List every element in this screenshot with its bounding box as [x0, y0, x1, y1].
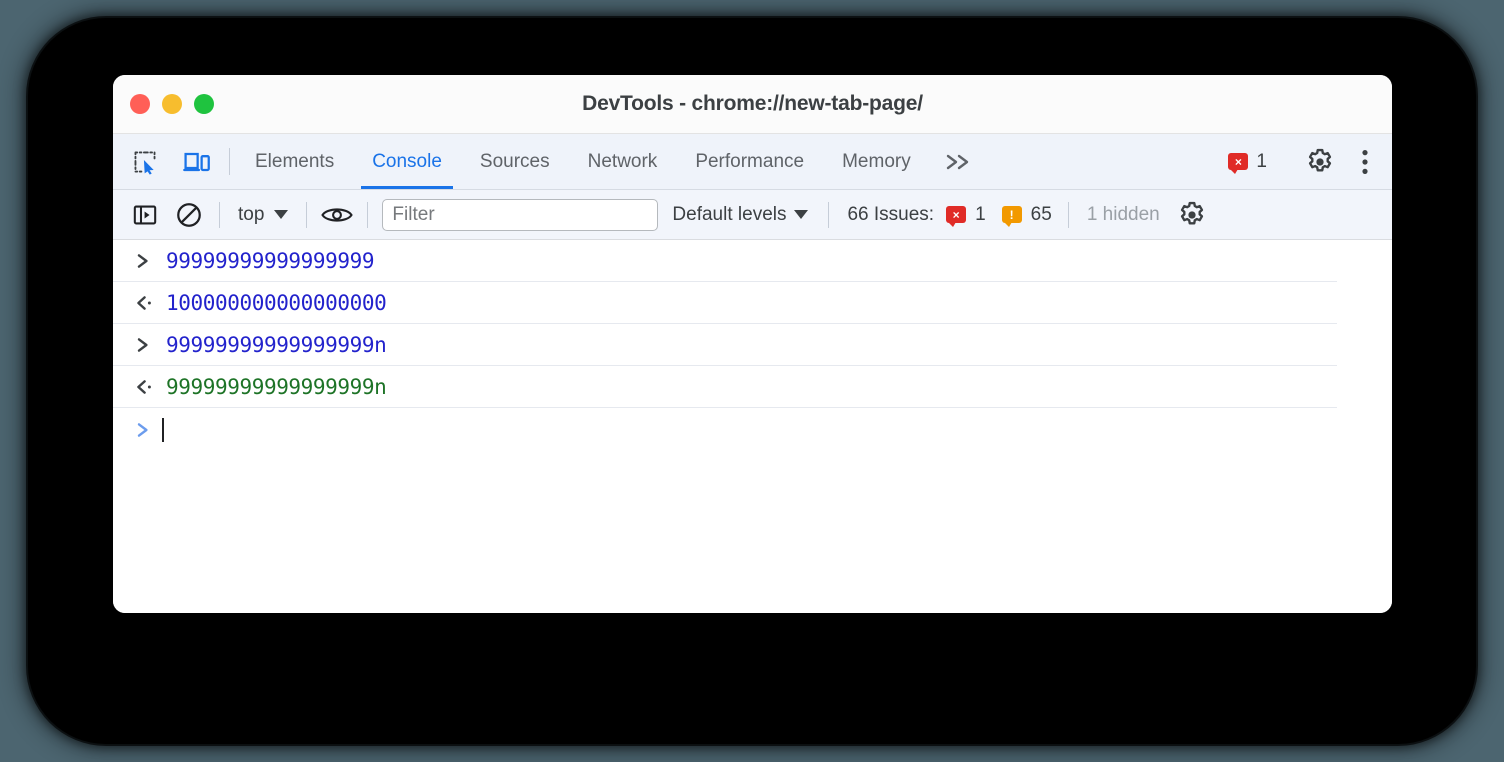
chevron-down-icon: [274, 210, 288, 219]
close-window-button[interactable]: [130, 94, 150, 114]
console-message-list: 99999999999999999 100000000000000000 999…: [113, 240, 1392, 613]
error-badge-icon: ×: [1228, 153, 1248, 170]
tab-label: Performance: [695, 151, 804, 173]
tab-label: Network: [588, 151, 658, 173]
warning-badge-glyph: !: [1010, 209, 1014, 221]
error-count-indicator[interactable]: × 1: [1214, 151, 1281, 173]
toolbar-divider-2: [306, 202, 307, 228]
error-badge-glyph: ×: [1235, 156, 1242, 168]
live-expressions-icon[interactable]: [315, 195, 359, 235]
log-levels-label: Default levels: [672, 204, 786, 226]
tab-label: Elements: [255, 151, 334, 173]
tabstrip-right-controls: × 1: [1214, 134, 1392, 189]
input-marker-icon: [133, 336, 166, 354]
console-message-text: 99999999999999999n: [166, 375, 386, 399]
toolbar-divider-3: [367, 202, 368, 228]
tab-label: Memory: [842, 151, 911, 173]
filter-input[interactable]: [382, 199, 658, 231]
tab-console[interactable]: Console: [353, 134, 461, 189]
tab-elements[interactable]: Elements: [236, 134, 353, 189]
toolbar-divider-5: [1068, 202, 1069, 228]
console-toolbar: top Default levels 66 Issues: × 1: [113, 190, 1392, 240]
prompt-marker-icon: [133, 421, 160, 439]
console-message-text: 99999999999999999: [166, 249, 374, 273]
output-marker-icon: [133, 294, 166, 312]
hidden-messages-label[interactable]: 1 hidden: [1077, 204, 1170, 226]
issues-warning-count: 65: [1031, 204, 1052, 226]
tab-label: Console: [372, 151, 442, 173]
window-titlebar: DevTools - chrome://new-tab-page/: [113, 75, 1392, 134]
gear-icon[interactable]: [1294, 147, 1346, 177]
toolbar-divider-4: [828, 202, 829, 228]
error-badge-glyph: ×: [953, 209, 960, 221]
console-output-row[interactable]: 100000000000000000: [113, 282, 1337, 324]
issues-error-indicator[interactable]: × 1: [946, 204, 986, 226]
devtools-window: DevTools - chrome://new-tab-page/ E: [113, 75, 1392, 613]
maximize-window-button[interactable]: [194, 94, 214, 114]
tab-memory[interactable]: Memory: [823, 134, 930, 189]
console-input-row[interactable]: 99999999999999999n: [113, 324, 1337, 366]
error-count: 1: [1256, 151, 1267, 173]
show-console-sidebar-icon[interactable]: [123, 195, 167, 235]
execution-context-label: top: [238, 204, 264, 226]
devtools-tabstrip: Elements Console Sources Network Perform…: [113, 134, 1392, 190]
inspect-element-icon[interactable]: [119, 134, 171, 189]
console-output-row[interactable]: 99999999999999999n: [113, 366, 1337, 408]
text-cursor: [162, 418, 164, 442]
console-message-text: 100000000000000000: [166, 291, 386, 315]
output-marker-icon: [133, 378, 166, 396]
log-levels-selector[interactable]: Default levels: [658, 204, 820, 226]
toolbar-divider-1: [219, 202, 220, 228]
issues-error-count: 1: [975, 204, 986, 226]
traffic-lights: [130, 75, 214, 133]
tab-network[interactable]: Network: [569, 134, 677, 189]
input-marker-icon: [133, 252, 166, 270]
kebab-menu-icon[interactable]: [1346, 148, 1384, 176]
console-input-row[interactable]: 99999999999999999: [113, 240, 1337, 282]
error-badge-icon: ×: [946, 206, 966, 223]
execution-context-selector[interactable]: top: [228, 198, 298, 232]
warning-badge-icon: !: [1002, 206, 1022, 223]
more-tabs-icon[interactable]: [930, 134, 988, 189]
chevron-down-icon: [794, 210, 808, 219]
tabstrip-divider: [229, 148, 230, 175]
gear-icon[interactable]: [1170, 195, 1214, 235]
minimize-window-button[interactable]: [162, 94, 182, 114]
console-prompt[interactable]: [113, 408, 1392, 452]
console-message-text: 99999999999999999n: [166, 333, 386, 357]
tab-label: Sources: [480, 151, 550, 173]
tab-sources[interactable]: Sources: [461, 134, 569, 189]
window-title: DevTools - chrome://new-tab-page/: [113, 92, 1392, 116]
issues-warning-indicator[interactable]: ! 65: [1002, 204, 1052, 226]
tab-performance[interactable]: Performance: [676, 134, 823, 189]
clear-console-icon[interactable]: [167, 195, 211, 235]
issues-label[interactable]: 66 Issues:: [837, 204, 934, 226]
device-toolbar-icon[interactable]: [171, 134, 223, 189]
